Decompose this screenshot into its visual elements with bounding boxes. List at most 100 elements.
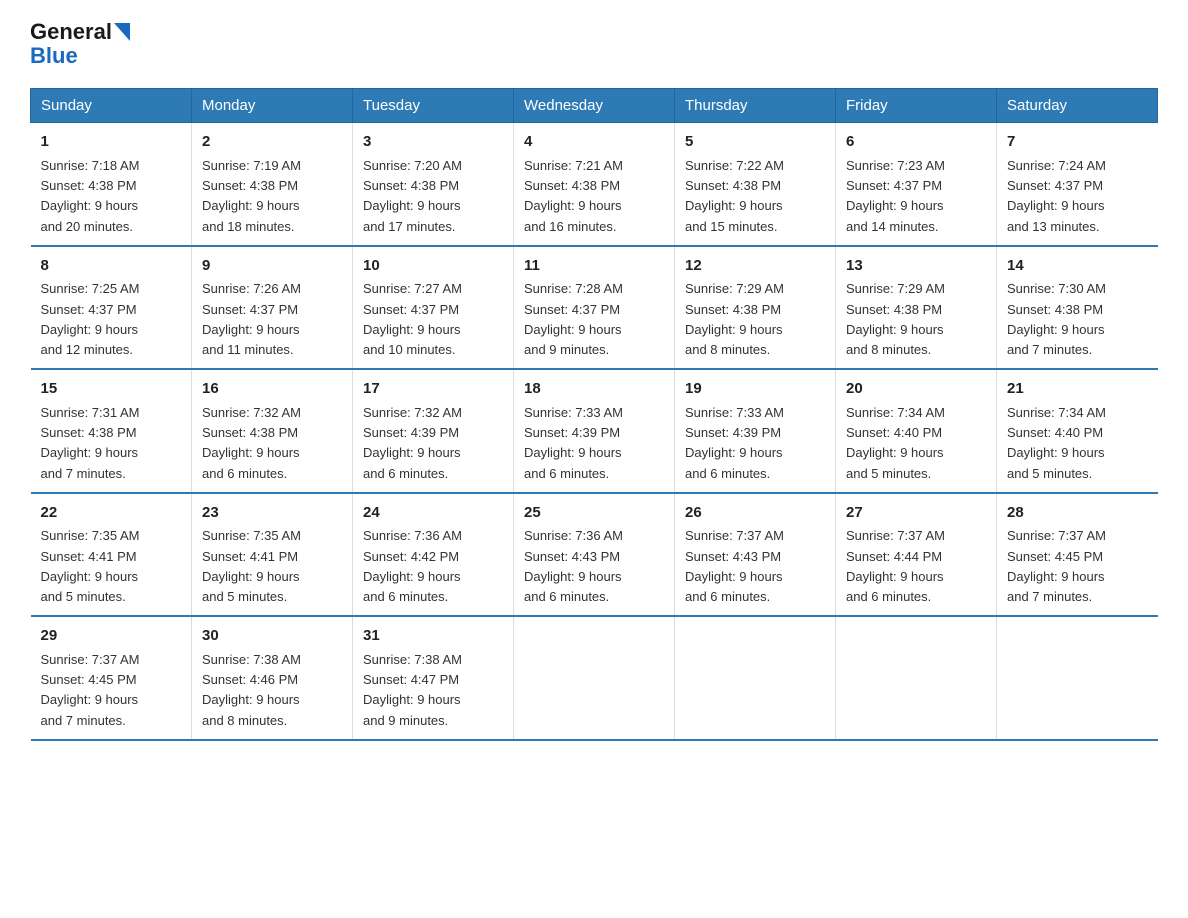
sunset-info: Sunset: 4:42 PM: [363, 549, 459, 564]
day-number: 1: [41, 131, 182, 154]
day-number: 8: [41, 255, 182, 278]
sunrise-info: Sunrise: 7:21 AM: [524, 158, 623, 173]
calendar-cell: [836, 616, 997, 740]
daylight-info: Daylight: 9 hours: [41, 445, 139, 460]
calendar-cell: 16Sunrise: 7:32 AMSunset: 4:38 PMDayligh…: [192, 369, 353, 493]
daylight-info: Daylight: 9 hours: [685, 322, 783, 337]
sunrise-info: Sunrise: 7:35 AM: [41, 528, 140, 543]
daylight-minutes: and 6 minutes.: [363, 589, 448, 604]
calendar-cell: [997, 616, 1158, 740]
daylight-minutes: and 5 minutes.: [41, 589, 126, 604]
calendar-cell: [675, 616, 836, 740]
daylight-minutes: and 20 minutes.: [41, 219, 134, 234]
calendar-week-row: 1Sunrise: 7:18 AMSunset: 4:38 PMDaylight…: [31, 123, 1158, 246]
daylight-info: Daylight: 9 hours: [202, 322, 300, 337]
sunset-info: Sunset: 4:40 PM: [846, 425, 942, 440]
daylight-minutes: and 5 minutes.: [846, 466, 931, 481]
sunrise-info: Sunrise: 7:22 AM: [685, 158, 784, 173]
weekday-header-thursday: Thursday: [675, 89, 836, 123]
daylight-minutes: and 7 minutes.: [1007, 589, 1092, 604]
daylight-info: Daylight: 9 hours: [1007, 569, 1105, 584]
daylight-info: Daylight: 9 hours: [41, 322, 139, 337]
sunset-info: Sunset: 4:38 PM: [846, 302, 942, 317]
daylight-minutes: and 16 minutes.: [524, 219, 617, 234]
calendar-cell: 26 Sunrise: 7:37 AM Sunset: 4:43 PM Dayligh…: [675, 493, 836, 617]
calendar-cell: 23Sunrise: 7:35 AMSunset: 4:41 PMDayligh…: [192, 493, 353, 617]
sunrise-info: Sunrise: 7:29 AM: [846, 281, 945, 296]
day-number: 16: [202, 378, 342, 401]
daylight-info: Daylight: 9 hours: [363, 198, 461, 213]
sunset-info: Sunset: 4:38 PM: [363, 178, 459, 193]
daylight-info: Daylight: 9 hours: [363, 569, 461, 584]
daylight-minutes: and 6 minutes.: [202, 466, 287, 481]
sunrise-info: Sunrise: 7:32 AM: [202, 405, 301, 420]
sunset-info: Sunset: 4:41 PM: [202, 549, 298, 564]
logo-blue-text: Blue: [30, 44, 130, 68]
sunrise-info: Sunrise: 7:24 AM: [1007, 158, 1106, 173]
daylight-info: Daylight: 9 hours: [1007, 322, 1105, 337]
sunset-info: Sunset: 4:37 PM: [846, 178, 942, 193]
sunrise-info: Sunrise: 7:37 AM: [685, 528, 784, 543]
logo-general-text: General: [30, 20, 112, 44]
weekday-header-saturday: Saturday: [997, 89, 1158, 123]
daylight-minutes: and 14 minutes.: [846, 219, 939, 234]
sunset-info: Sunset: 4:37 PM: [363, 302, 459, 317]
calendar-cell: 14Sunrise: 7:30 AMSunset: 4:38 PMDayligh…: [997, 246, 1158, 370]
sunset-info: Sunset: 4:37 PM: [202, 302, 298, 317]
calendar-table: SundayMondayTuesdayWednesdayThursdayFrid…: [30, 88, 1158, 741]
daylight-minutes: and 6 minutes.: [363, 466, 448, 481]
day-number: 22: [41, 502, 182, 525]
logo: General Blue: [30, 20, 130, 68]
calendar-cell: 28Sunrise: 7:37 AMSunset: 4:45 PMDayligh…: [997, 493, 1158, 617]
sunset-info: Sunset: 4:47 PM: [363, 672, 459, 687]
sunrise-info: Sunrise: 7:34 AM: [1007, 405, 1106, 420]
daylight-info: Daylight: 9 hours: [363, 692, 461, 707]
sunset-info: Sunset: 4:44 PM: [846, 549, 942, 564]
sunrise-info: Sunrise: 7:32 AM: [363, 405, 462, 420]
daylight-minutes: and 7 minutes.: [1007, 342, 1092, 357]
sunset-info: Sunset: 4:43 PM: [524, 549, 620, 564]
sunrise-info: Sunrise: 7:25 AM: [41, 281, 140, 296]
day-number: 10: [363, 255, 503, 278]
sunset-info: Sunset: 4:45 PM: [41, 672, 137, 687]
daylight-minutes: and 8 minutes.: [202, 713, 287, 728]
daylight-minutes: and 17 minutes.: [363, 219, 456, 234]
daylight-info: Daylight: 9 hours: [363, 322, 461, 337]
day-number: 6: [846, 131, 986, 154]
calendar-week-row: 29Sunrise: 7:37 AMSunset: 4:45 PMDayligh…: [31, 616, 1158, 740]
calendar-cell: 13Sunrise: 7:29 AMSunset: 4:38 PMDayligh…: [836, 246, 997, 370]
calendar-cell: 1Sunrise: 7:18 AMSunset: 4:38 PMDaylight…: [31, 123, 192, 246]
sunrise-info: Sunrise: 7:38 AM: [363, 652, 462, 667]
sunrise-info: Sunrise: 7:37 AM: [1007, 528, 1106, 543]
weekday-header-wednesday: Wednesday: [514, 89, 675, 123]
sunrise-info: Sunrise: 7:27 AM: [363, 281, 462, 296]
weekday-header-tuesday: Tuesday: [353, 89, 514, 123]
day-number: 12: [685, 255, 825, 278]
daylight-info: Daylight: 9 hours: [846, 445, 944, 460]
daylight-info: Daylight: 9 hours: [41, 569, 139, 584]
calendar-cell: [514, 616, 675, 740]
calendar-week-row: 15Sunrise: 7:31 AMSunset: 4:38 PMDayligh…: [31, 369, 1158, 493]
calendar-cell: 30Sunrise: 7:38 AMSunset: 4:46 PMDayligh…: [192, 616, 353, 740]
sunset-info: Sunset: 4:41 PM: [41, 549, 137, 564]
daylight-info: Daylight: 9 hours: [524, 445, 622, 460]
sunset-info: Sunset: 4:43 PM: [685, 549, 781, 564]
day-number: 18: [524, 378, 664, 401]
day-number: 26: [685, 502, 825, 525]
weekday-header-sunday: Sunday: [31, 89, 192, 123]
calendar-cell: 3Sunrise: 7:20 AMSunset: 4:38 PMDaylight…: [353, 123, 514, 246]
calendar-cell: 31Sunrise: 7:38 AMSunset: 4:47 PMDayligh…: [353, 616, 514, 740]
day-number: 13: [846, 255, 986, 278]
calendar-cell: 21Sunrise: 7:34 AMSunset: 4:40 PMDayligh…: [997, 369, 1158, 493]
day-number: 5: [685, 131, 825, 154]
sunrise-info: Sunrise: 7:35 AM: [202, 528, 301, 543]
calendar-cell: 18Sunrise: 7:33 AMSunset: 4:39 PMDayligh…: [514, 369, 675, 493]
daylight-info: Daylight: 9 hours: [685, 569, 783, 584]
day-number: 20: [846, 378, 986, 401]
daylight-info: Daylight: 9 hours: [846, 569, 944, 584]
sunset-info: Sunset: 4:37 PM: [524, 302, 620, 317]
daylight-info: Daylight: 9 hours: [202, 569, 300, 584]
daylight-minutes: and 11 minutes.: [202, 342, 294, 357]
calendar-cell: 22 Sunrise: 7:35 AM Sunset: 4:41 PM Dayligh…: [31, 493, 192, 617]
sunset-info: Sunset: 4:38 PM: [202, 425, 298, 440]
